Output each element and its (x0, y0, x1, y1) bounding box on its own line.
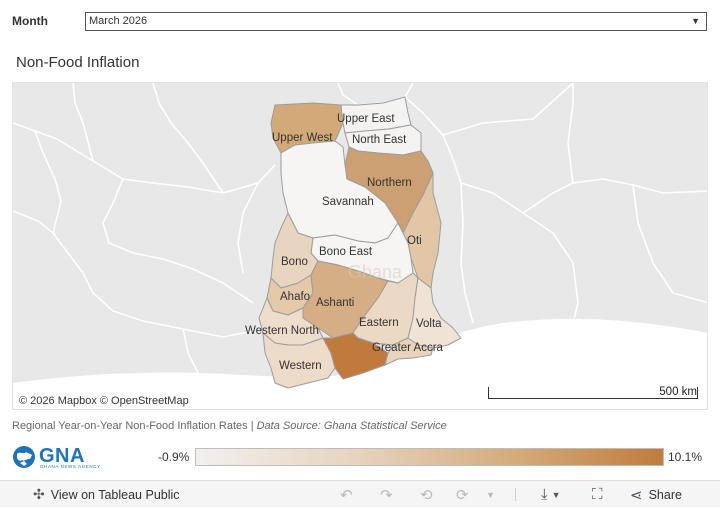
map-attribution[interactable]: © 2026 Mapbox © OpenStreetMap (17, 395, 191, 407)
legend-min: -0.9% (158, 450, 190, 464)
region-label-western-north: Western North (245, 325, 319, 337)
month-dropdown-value: March 2026 (89, 15, 148, 27)
tableau-logo-icon: ✣ (33, 486, 45, 502)
chevron-down-icon: ▼ (551, 489, 561, 500)
gna-logo: GNA GHANA NEWS AGENCY (12, 444, 102, 470)
download-button[interactable]: ⤓ ▼ (541, 481, 561, 508)
region-label-northern: Northern (367, 177, 412, 189)
region-label-bono-east: Bono East (319, 246, 373, 258)
region-label-savannah: Savannah (322, 196, 374, 208)
map-view[interactable]: Ghana Upper West Upper East North East N… (12, 82, 708, 410)
month-dropdown[interactable]: March 2026 ▼ (85, 12, 707, 31)
pause-dropdown[interactable]: ▼ (486, 481, 495, 508)
view-on-tableau-label: View on Tableau Public (50, 487, 180, 502)
region-label-ahafo: Ahafo (280, 291, 310, 303)
undo-icon: ↶ (340, 486, 353, 504)
globe-icon (13, 446, 35, 468)
map-watermark: Ghana (348, 262, 403, 282)
caption: Regional Year-on-Year Non-Food Inflation… (12, 420, 447, 432)
region-label-greater-accra: Greater Accra (372, 342, 444, 354)
refresh-icon: ⟳ (456, 486, 469, 504)
refresh-button[interactable]: ⟳ (456, 481, 469, 508)
region-label-eastern: Eastern (359, 317, 399, 329)
share-label: Share (648, 487, 682, 502)
fullscreen-button[interactable]: ⛶ (592, 481, 603, 508)
download-icon: ⤓ (541, 486, 548, 503)
redo-icon: ↷ (380, 486, 393, 504)
region-label-north-east: North East (352, 134, 407, 146)
revert-button[interactable]: ⟲ (420, 481, 433, 508)
fullscreen-icon: ⛶ (592, 486, 603, 503)
chevron-down-icon: ▼ (691, 16, 700, 26)
month-filter-label: Month (12, 14, 48, 28)
region-label-upper-west: Upper West (272, 132, 333, 144)
region-label-western: Western (279, 360, 322, 372)
undo-button[interactable]: ↶ (340, 481, 353, 508)
data-source: Data Source: Ghana Statistical Service (256, 420, 447, 432)
legend-color-bar (195, 448, 664, 466)
scale-label: 500 km (659, 386, 697, 398)
sheet-title: Non-Food Inflation (16, 54, 140, 71)
region-label-volta: Volta (416, 318, 442, 330)
revert-icon: ⟲ (420, 486, 433, 504)
region-label-oti: Oti (407, 235, 422, 247)
region-label-ashanti: Ashanti (316, 297, 354, 309)
toolbar-divider (515, 488, 516, 501)
chevron-down-icon: ▼ (486, 489, 495, 500)
tableau-toolbar: ✣ View on Tableau Public ↶ ↷ ⟲ ⟳ ▼ ⤓ ▼ ⛶… (0, 480, 720, 507)
region-label-bono: Bono (281, 256, 308, 268)
share-icon: ⋖ (630, 486, 643, 504)
legend-max: 10.1% (668, 450, 703, 464)
redo-button[interactable]: ↷ (380, 481, 393, 508)
share-button[interactable]: ⋖ Share (630, 481, 682, 508)
region-label-upper-east: Upper East (337, 113, 395, 125)
view-on-tableau-button[interactable]: ✣ View on Tableau Public (33, 481, 180, 508)
